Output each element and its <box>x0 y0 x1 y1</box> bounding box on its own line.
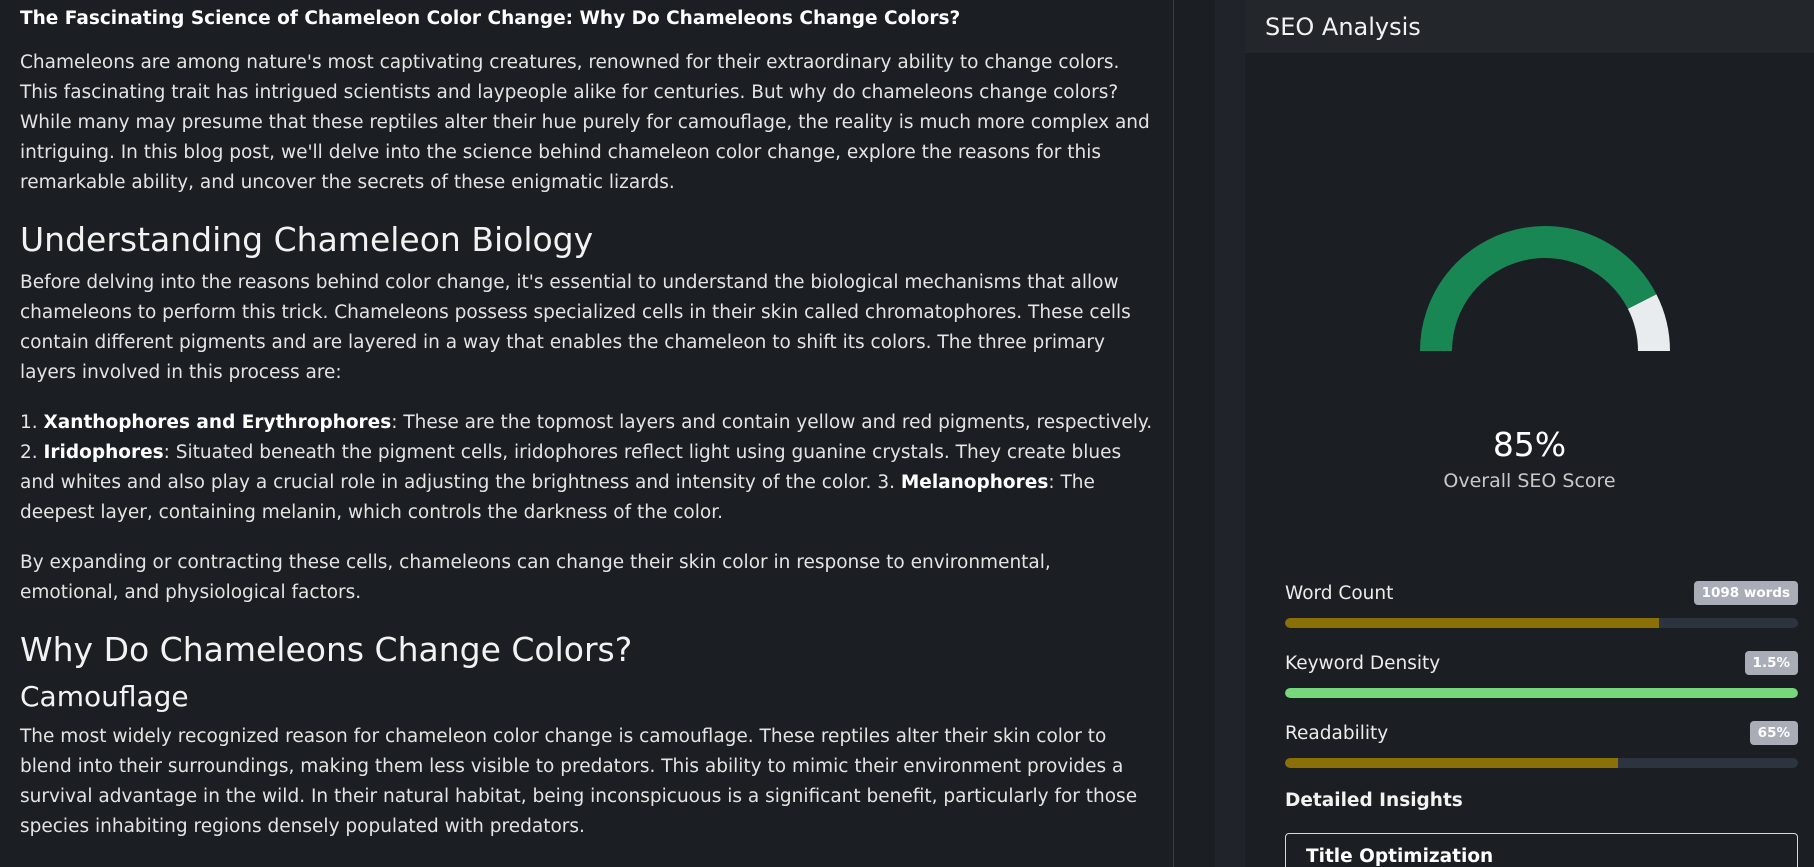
gauge-svg <box>1420 226 1670 352</box>
progress-fill <box>1285 618 1660 628</box>
seo-panel: SEO Analysis 85% Overall SEO Score Word … <box>1245 0 1814 867</box>
seo-header-title: SEO Analysis <box>1265 12 1421 41</box>
article-pane: The Fascinating Science of Chameleon Col… <box>0 0 1174 867</box>
insight-card-title-optimization[interactable]: Title Optimization <box>1285 833 1798 867</box>
progress-bar <box>1285 618 1798 628</box>
insight-card-title: Title Optimization <box>1306 846 1494 867</box>
metric-keyword-density: Keyword Density 1.5% <box>1285 650 1798 698</box>
progress-fill <box>1285 688 1798 698</box>
metric-name: Keyword Density <box>1285 652 1441 674</box>
list-bold-2: Iridophores <box>43 442 164 463</box>
heading-why: Why Do Chameleons Change Colors? <box>20 630 633 669</box>
article-intro: Chameleons are among nature's most capti… <box>20 52 1150 193</box>
metric-name: Readability <box>1285 722 1389 744</box>
gauge-remaining-arc <box>1627 294 1670 352</box>
sidebar-edge <box>1215 0 1245 867</box>
seo-score-label: Overall SEO Score <box>1443 470 1616 492</box>
metric-readability: Readability 65% <box>1285 720 1798 768</box>
list-bold-3: Melanophores <box>900 472 1049 493</box>
heading-camouflage: Camouflage <box>20 680 189 713</box>
paragraph-biology: Before delving into the reasons behind c… <box>20 272 1131 383</box>
pane-gap <box>1175 0 1215 867</box>
detailed-insights-heading: Detailed Insights <box>1285 790 1463 811</box>
chromatophore-list: 1. Xanthophores and Erythrophores: These… <box>20 408 1153 528</box>
metric-badge: 65% <box>1749 721 1798 745</box>
app-root: The Fascinating Science of Chameleon Col… <box>0 0 1814 867</box>
heading-biology: Understanding Chameleon Biology <box>20 220 594 259</box>
list-bold-1: Xanthophores and Erythrophores <box>43 412 392 433</box>
progress-bar <box>1285 688 1798 698</box>
progress-bar <box>1285 758 1798 768</box>
progress-fill <box>1285 758 1619 768</box>
list-num-1: 1. <box>20 412 44 433</box>
metric-badge: 1.5% <box>1744 651 1798 675</box>
paragraph-camouflage: The most widely recognized reason for ch… <box>20 726 1138 837</box>
seo-header: SEO Analysis <box>1245 0 1814 53</box>
metric-word-count: Word Count 1098 words <box>1285 580 1798 628</box>
seo-score-value: 85% <box>1492 425 1567 464</box>
metric-badge: 1098 words <box>1693 581 1798 605</box>
paragraph-expand: By expanding or contracting these cells,… <box>20 552 1051 603</box>
metric-name: Word Count <box>1285 582 1394 604</box>
article-title: The Fascinating Science of Chameleon Col… <box>20 8 961 29</box>
gauge-score-arc <box>1420 226 1657 352</box>
